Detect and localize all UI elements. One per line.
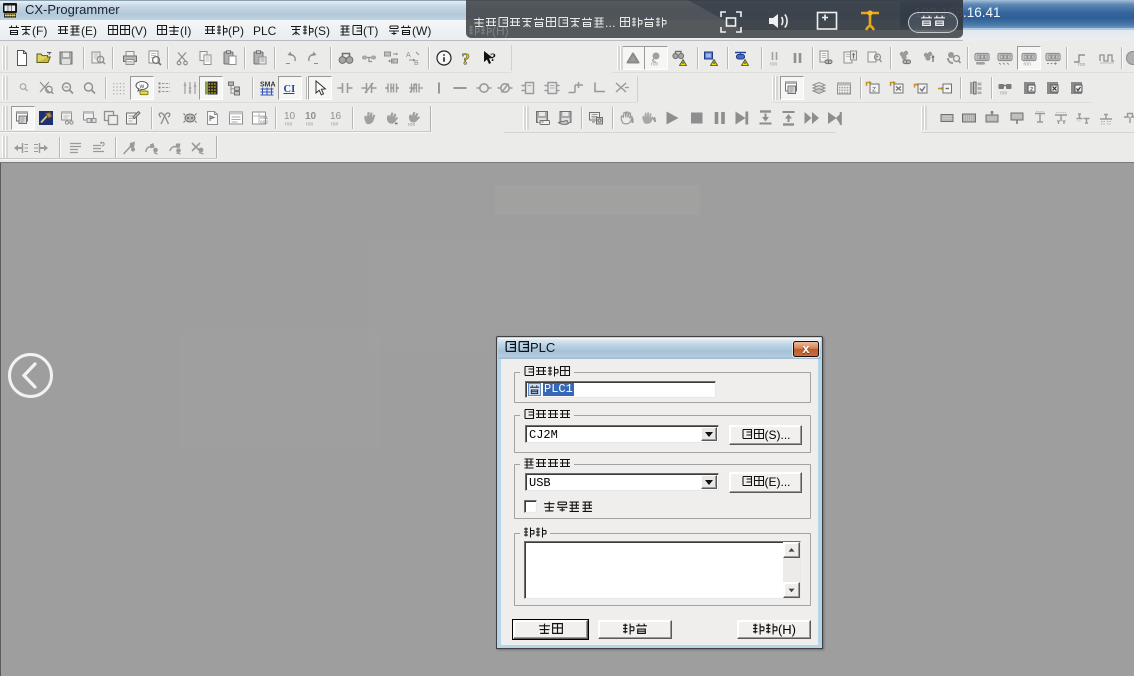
svg-text:ron: ron xyxy=(770,62,777,68)
svg-text:A: A xyxy=(406,52,411,59)
svg-text:w: w xyxy=(139,83,145,90)
svg-text:16: 16 xyxy=(330,111,342,122)
svg-text:B: B xyxy=(414,60,419,67)
svg-text:10: 10 xyxy=(284,111,296,122)
svg-text:ron: ron xyxy=(1000,91,1007,97)
svg-text:002: 002 xyxy=(260,120,268,126)
svg-text:ron: ron xyxy=(285,122,292,128)
svg-text:ron: ron xyxy=(408,122,415,127)
svg-text:ron: ron xyxy=(331,122,338,128)
svg-text:ron: ron xyxy=(1078,62,1085,67)
svg-text:z: z xyxy=(1030,86,1033,93)
svg-text:SMA: SMA xyxy=(260,82,276,89)
svg-text:ron: ron xyxy=(1024,62,1031,68)
svg-text:?: ? xyxy=(462,50,471,68)
svg-text:ron: ron xyxy=(306,122,313,128)
svg-text:z: z xyxy=(872,85,876,94)
svg-text:ron: ron xyxy=(651,62,658,68)
svg-text:10: 10 xyxy=(305,111,317,122)
svg-text:?: ? xyxy=(490,50,496,64)
